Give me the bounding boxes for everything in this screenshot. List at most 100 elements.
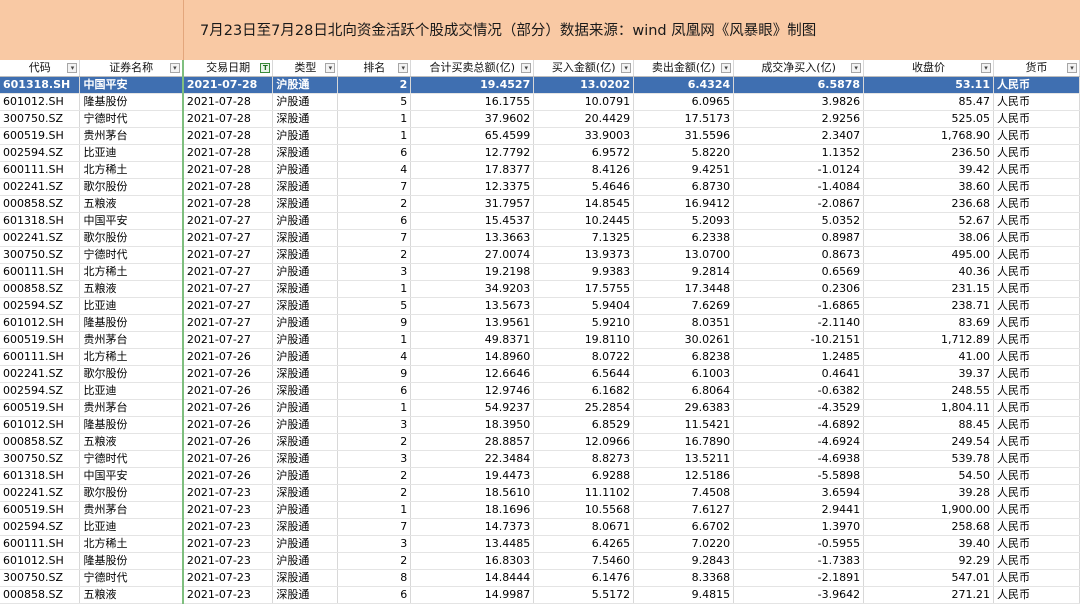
table-cell[interactable]: 沪股通	[272, 501, 339, 519]
table-cell[interactable]: 34.9203	[410, 280, 535, 298]
table-cell[interactable]: 深股通	[272, 110, 339, 128]
table-cell[interactable]: 人民币	[993, 365, 1080, 383]
table-cell[interactable]: 人民币	[993, 484, 1080, 502]
table-cell[interactable]: 0.8987	[733, 229, 865, 247]
table-cell[interactable]: 6.8529	[533, 416, 635, 434]
table-cell[interactable]: 12.6646	[410, 365, 535, 383]
table-row[interactable]: 601012.SH 隆基股份 2021-07-28 沪股通 5 16.1755 10.079…	[0, 93, 1080, 111]
table-cell[interactable]: 6.4324	[633, 76, 735, 94]
table-cell[interactable]: 19.4473	[410, 467, 535, 485]
table-row[interactable]: 600111.SH 北方稀土 2021-07-23 沪股通 3 13.4485 6.4265…	[0, 535, 1080, 553]
table-cell[interactable]: 1	[337, 399, 412, 417]
table-cell[interactable]: 5	[337, 93, 412, 111]
table-row[interactable]: 002241.SZ 歌尔股份 2021-07-27 深股通 7 13.3663 7.1325…	[0, 229, 1080, 247]
table-cell[interactable]: 0.8673	[733, 246, 865, 264]
table-cell[interactable]: 17.5173	[633, 110, 735, 128]
table-cell[interactable]: 2021-07-27	[181, 263, 274, 281]
table-cell[interactable]: 2021-07-26	[181, 416, 274, 434]
table-row[interactable]: 600519.SH 贵州茅台 2021-07-23 沪股通 1 18.1696 10.556…	[0, 501, 1080, 519]
table-cell[interactable]: 9.2843	[633, 552, 735, 570]
table-cell[interactable]: 深股通	[272, 178, 339, 196]
table-cell[interactable]: 49.8371	[410, 331, 535, 349]
table-cell[interactable]: 600111.SH	[0, 348, 81, 366]
table-cell[interactable]: 深股通	[272, 365, 339, 383]
filter-dropdown-icon[interactable]: ▾	[980, 63, 991, 73]
table-cell[interactable]: 14.8545	[533, 195, 635, 213]
table-cell[interactable]: 2021-07-28	[181, 76, 274, 94]
table-cell[interactable]: 002241.SZ	[0, 229, 81, 247]
table-cell[interactable]: 13.5211	[633, 450, 735, 468]
table-cell[interactable]: 深股通	[272, 433, 339, 451]
table-cell[interactable]: 人民币	[993, 212, 1080, 230]
table-cell[interactable]: 20.4429	[533, 110, 635, 128]
table-cell[interactable]: 2021-07-23	[181, 518, 274, 536]
table-cell[interactable]: 39.37	[863, 365, 994, 383]
table-cell[interactable]: 002241.SZ	[0, 484, 81, 502]
table-row[interactable]: 601318.SH 中国平安 2021-07-26 沪股通 2 19.4473 6.9288…	[0, 467, 1080, 485]
table-cell[interactable]: 比亚迪	[79, 518, 184, 536]
table-cell[interactable]: 002594.SZ	[0, 382, 81, 400]
table-cell[interactable]: 2021-07-28	[181, 110, 274, 128]
table-row[interactable]: 600519.SH 贵州茅台 2021-07-28 沪股通 1 65.4599 33.900…	[0, 127, 1080, 145]
table-cell[interactable]: 歌尔股份	[79, 484, 184, 502]
table-cell[interactable]: 3.9826	[733, 93, 865, 111]
table-cell[interactable]: 601318.SH	[0, 467, 81, 485]
table-cell[interactable]: 17.5755	[533, 280, 635, 298]
table-cell[interactable]: 人民币	[993, 331, 1080, 349]
table-cell[interactable]: 2021-07-27	[181, 314, 274, 332]
table-cell[interactable]: 37.9602	[410, 110, 535, 128]
table-cell[interactable]: 28.8857	[410, 433, 535, 451]
table-cell[interactable]: 601012.SH	[0, 416, 81, 434]
table-row[interactable]: 002241.SZ 歌尔股份 2021-07-26 深股通 9 12.6646 6.5644…	[0, 365, 1080, 383]
table-cell[interactable]: 6.5644	[533, 365, 635, 383]
table-cell[interactable]: 65.4599	[410, 127, 535, 145]
table-cell[interactable]: 北方稀土	[79, 263, 184, 281]
table-cell[interactable]: 88.45	[863, 416, 994, 434]
table-cell[interactable]: 601012.SH	[0, 314, 81, 332]
table-cell[interactable]: 8.0671	[533, 518, 635, 536]
table-cell[interactable]: 2021-07-23	[181, 501, 274, 519]
table-cell[interactable]: 沪股通	[272, 416, 339, 434]
table-cell[interactable]: 9.4251	[633, 161, 735, 179]
table-cell[interactable]: 22.3484	[410, 450, 535, 468]
table-cell[interactable]: 601318.SH	[0, 212, 81, 230]
column-header[interactable]: 收盘价 ▾	[863, 60, 994, 77]
table-cell[interactable]: 7	[337, 178, 412, 196]
table-cell[interactable]: 6.8238	[633, 348, 735, 366]
table-cell[interactable]: 深股通	[272, 450, 339, 468]
table-cell[interactable]: 236.50	[863, 144, 994, 162]
filter-dropdown-icon[interactable]: ▾	[325, 63, 336, 73]
table-cell[interactable]: 人民币	[993, 314, 1080, 332]
table-cell[interactable]: 人民币	[993, 110, 1080, 128]
table-cell[interactable]: 31.5596	[633, 127, 735, 145]
table-cell[interactable]: 600111.SH	[0, 161, 81, 179]
table-cell[interactable]: 2021-07-26	[181, 399, 274, 417]
table-cell[interactable]: 539.78	[863, 450, 994, 468]
table-row[interactable]: 002594.SZ 比亚迪 2021-07-27 深股通 5 13.5673 5.9404 7…	[0, 297, 1080, 315]
table-cell[interactable]: 人民币	[993, 93, 1080, 111]
table-cell[interactable]: 人民币	[993, 552, 1080, 570]
table-cell[interactable]: 2021-07-26	[181, 365, 274, 383]
table-cell[interactable]: 沪股通	[272, 161, 339, 179]
table-cell[interactable]: 歌尔股份	[79, 178, 184, 196]
table-cell[interactable]: 1	[337, 110, 412, 128]
table-cell[interactable]: 歌尔股份	[79, 229, 184, 247]
table-cell[interactable]: 4	[337, 161, 412, 179]
table-cell[interactable]: 1	[337, 331, 412, 349]
table-cell[interactable]: 33.9003	[533, 127, 635, 145]
filter-dropdown-icon[interactable]: ▾	[621, 63, 632, 73]
table-cell[interactable]: 6.1003	[633, 365, 735, 383]
table-cell[interactable]: 比亚迪	[79, 297, 184, 315]
table-cell[interactable]: 29.6383	[633, 399, 735, 417]
table-cell[interactable]: 8.0351	[633, 314, 735, 332]
table-cell[interactable]: 600519.SH	[0, 501, 81, 519]
table-cell[interactable]: 2021-07-26	[181, 450, 274, 468]
table-cell[interactable]: 2021-07-23	[181, 569, 274, 587]
table-cell[interactable]: 5.5172	[533, 586, 635, 604]
table-cell[interactable]: -4.3529	[733, 399, 865, 417]
table-row[interactable]: 300750.SZ 宁德时代 2021-07-26 深股通 3 22.3484 8.8273…	[0, 450, 1080, 468]
table-cell[interactable]: 人民币	[993, 127, 1080, 145]
table-cell[interactable]: 8.8273	[533, 450, 635, 468]
table-cell[interactable]: 沪股通	[272, 263, 339, 281]
table-cell[interactable]: 6.4265	[533, 535, 635, 553]
